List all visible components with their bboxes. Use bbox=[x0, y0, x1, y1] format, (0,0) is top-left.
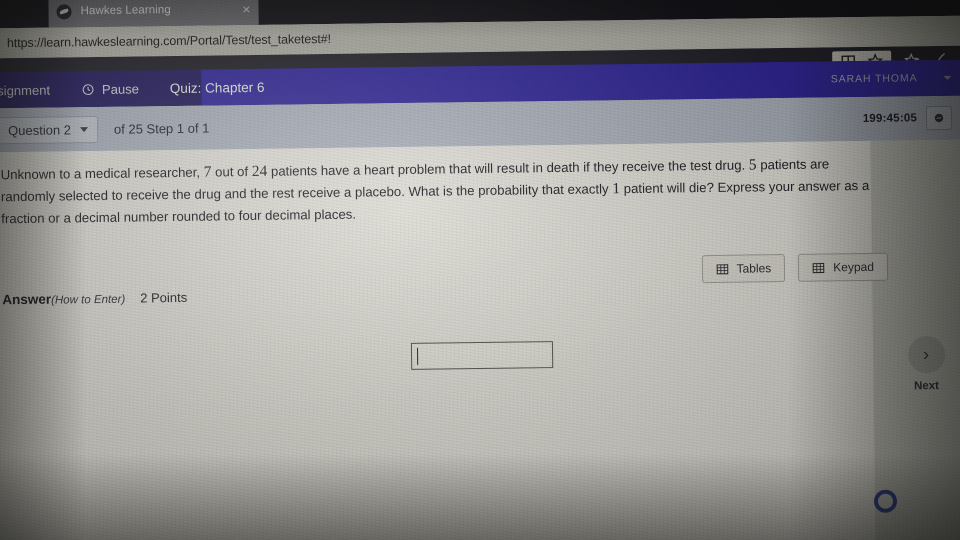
url-text: https://learn.hawkeslearning.com/Portal/… bbox=[6, 31, 332, 51]
timer-group: 199:45:05 bbox=[862, 105, 953, 131]
tables-label: Tables bbox=[736, 261, 772, 276]
question-text: Unknown to a medical researcher, 7 out o… bbox=[1, 153, 882, 229]
keypad-label: Keypad bbox=[833, 259, 875, 275]
answer-row: Answer (How to Enter) 2 Points bbox=[2, 290, 187, 307]
answer-points: 2 Points bbox=[140, 289, 188, 306]
question-value-n3: 5 bbox=[748, 156, 757, 174]
keypad-button[interactable]: Keypad bbox=[798, 252, 889, 282]
how-to-enter-link[interactable]: (How to Enter) bbox=[51, 294, 125, 307]
pause-label: Pause bbox=[101, 80, 139, 97]
tables-button[interactable]: Tables bbox=[701, 254, 786, 284]
answer-label: Answer bbox=[2, 291, 52, 308]
browser-tab[interactable]: Hawkes Learning × bbox=[48, 0, 259, 28]
hawk-logo-icon bbox=[56, 3, 72, 20]
tab-title: Hawkes Learning bbox=[80, 4, 171, 18]
question-progress: of 25 Step 1 of 1 bbox=[113, 120, 210, 137]
question-text-part3: patients have a heart problem that will … bbox=[267, 157, 749, 179]
browser-window: Hawkes Learning × https://learn.hawkesle… bbox=[0, 0, 960, 540]
table-grid-icon bbox=[715, 262, 728, 275]
user-name: SARAH THOMA bbox=[830, 72, 918, 86]
chevron-down-icon bbox=[943, 75, 952, 80]
clock-icon bbox=[82, 83, 95, 96]
next-button[interactable]: › Next bbox=[897, 335, 956, 393]
answer-input[interactable] bbox=[410, 341, 554, 370]
question-select[interactable]: Question 2 bbox=[0, 115, 99, 144]
question-select-label: Question 2 bbox=[7, 121, 72, 138]
next-label: Next bbox=[913, 380, 940, 393]
timer-value: 199:45:05 bbox=[862, 112, 918, 125]
chevron-down-icon bbox=[79, 126, 88, 132]
question-tool-buttons: Tables Keypad bbox=[701, 252, 889, 284]
chevron-right-icon: › bbox=[907, 335, 945, 374]
text-cursor bbox=[416, 347, 419, 365]
question-text-part2: out of bbox=[211, 163, 252, 180]
photograph-of-monitor: Hawkes Learning × https://learn.hawkesle… bbox=[0, 0, 960, 540]
question-text-part1: Unknown to a medical researcher, bbox=[0, 164, 204, 183]
question-page: Unknown to a medical researcher, 7 out o… bbox=[0, 139, 960, 540]
page-info-icon[interactable] bbox=[0, 38, 4, 49]
exit-assignment-label: t Assignment bbox=[0, 82, 51, 99]
exit-assignment-button[interactable]: t Assignment bbox=[0, 82, 50, 98]
user-menu[interactable]: SARAH THOMA bbox=[830, 72, 952, 86]
keypad-grid-icon bbox=[812, 261, 825, 274]
pause-button[interactable]: Pause bbox=[82, 81, 139, 97]
question-value-n2: 24 bbox=[251, 162, 268, 180]
question-value-n1: 7 bbox=[203, 163, 212, 181]
timer-toggle-button[interactable] bbox=[925, 105, 953, 131]
quiz-title: Quiz: Chapter 6 bbox=[169, 79, 265, 96]
close-icon[interactable]: × bbox=[236, 1, 250, 17]
